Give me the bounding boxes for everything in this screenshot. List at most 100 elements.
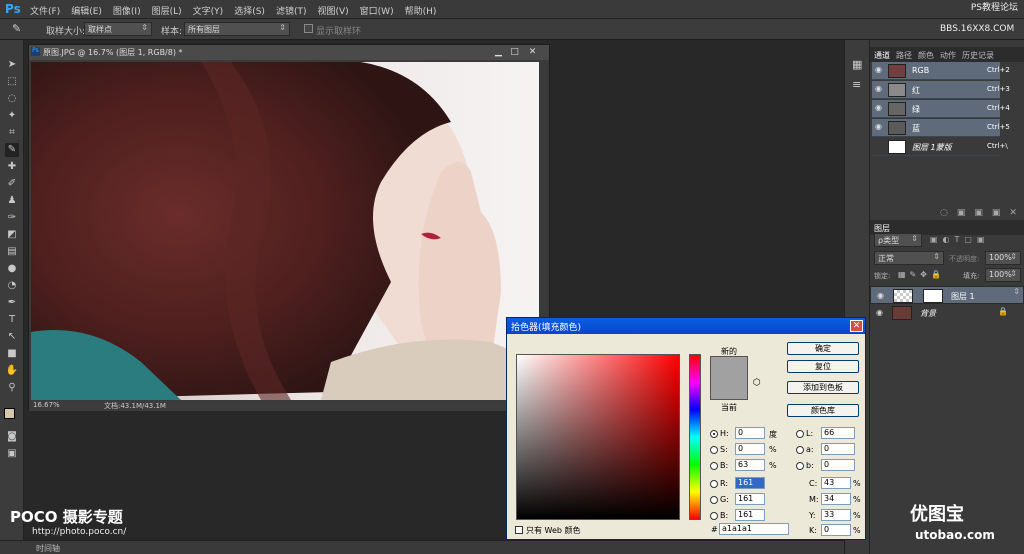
hex-field[interactable]: a1a1a1: [719, 523, 789, 535]
channel-row-rgb[interactable]: ◉ RGB Ctrl+2: [872, 62, 1010, 80]
zoom-level[interactable]: 16.67%: [33, 401, 60, 409]
foreground-color-swatch[interactable]: [4, 408, 15, 419]
quick-mask-icon[interactable]: ◙: [5, 430, 19, 444]
h-field[interactable]: 0: [735, 427, 765, 439]
menu-type[interactable]: 文字(Y): [193, 4, 224, 17]
layer-kind-filter[interactable]: ρ类型: [874, 233, 922, 247]
menu-view[interactable]: 视图(V): [317, 4, 348, 17]
properties-panel-icon[interactable]: ≡: [852, 78, 861, 91]
c-field[interactable]: 43: [821, 477, 851, 489]
tab-actions[interactable]: 动作: [940, 50, 956, 62]
gamut-warning-icon[interactable]: ⬡: [753, 378, 761, 388]
eye-icon[interactable]: ◉: [875, 65, 882, 74]
menu-layer[interactable]: 图层(L): [152, 4, 182, 17]
close-icon[interactable]: ✕: [527, 47, 538, 57]
blue-field[interactable]: 161: [735, 509, 765, 521]
quick-select-tool-icon[interactable]: ✦: [5, 109, 19, 123]
ok-button[interactable]: 确定: [787, 342, 859, 355]
eye-icon[interactable]: ◉: [877, 291, 884, 300]
screen-mode-icon[interactable]: ▣: [5, 447, 19, 461]
close-icon[interactable]: ✕: [850, 320, 863, 332]
a-radio[interactable]: [796, 446, 804, 454]
brush-tool-icon[interactable]: ✐: [5, 177, 19, 191]
tab-channels[interactable]: 通道: [874, 50, 890, 62]
hand-tool-icon[interactable]: ✋: [5, 364, 19, 378]
menu-file[interactable]: 文件(F): [30, 4, 60, 17]
maximize-icon[interactable]: □: [509, 47, 520, 57]
reset-button[interactable]: 复位: [787, 360, 859, 373]
document-tab[interactable]: Ps 原图.JPG @ 16.7% (图层 1, RGB/8) * ▁ □ ✕: [29, 45, 549, 60]
eye-icon[interactable]: ◉: [875, 122, 882, 131]
healing-tool-icon[interactable]: ✚: [5, 160, 19, 174]
opacity-field[interactable]: 100%: [985, 251, 1021, 265]
blue-radio[interactable]: [710, 512, 718, 520]
marquee-tool-icon[interactable]: ⬚: [5, 75, 19, 89]
g-field[interactable]: 161: [735, 493, 765, 505]
eyedropper-tool-icon[interactable]: ✎: [5, 143, 19, 157]
menu-help[interactable]: 帮助(H): [405, 4, 437, 17]
eyedropper-icon[interactable]: ✎: [12, 22, 21, 35]
green-radio[interactable]: [710, 496, 718, 504]
tab-history[interactable]: 历史记录: [962, 50, 994, 62]
k-field[interactable]: 0: [821, 524, 851, 536]
type-tool-icon[interactable]: T: [5, 313, 19, 327]
menu-edit[interactable]: 编辑(E): [71, 4, 102, 17]
move-tool-icon[interactable]: ➤: [5, 58, 19, 72]
y-field[interactable]: 33: [821, 509, 851, 521]
eye-icon[interactable]: ◉: [876, 308, 883, 317]
lasso-tool-icon[interactable]: ◌: [5, 92, 19, 106]
saturation-radio[interactable]: [710, 446, 718, 454]
blur-tool-icon[interactable]: ●: [5, 262, 19, 276]
b-field[interactable]: 63: [735, 459, 765, 471]
info-panel-icon[interactable]: ▦: [852, 58, 862, 71]
add-to-swatches-button[interactable]: 添加到色板: [787, 381, 859, 394]
hue-slider[interactable]: [689, 354, 701, 520]
l-radio[interactable]: [796, 430, 804, 438]
menu-window[interactable]: 窗口(W): [360, 4, 394, 17]
blend-mode-select[interactable]: 正常: [874, 251, 944, 265]
sample-size-select[interactable]: 取样点: [84, 22, 152, 36]
color-field[interactable]: [516, 354, 680, 520]
path-select-icon[interactable]: ↖: [5, 330, 19, 344]
eraser-tool-icon[interactable]: ◩: [5, 228, 19, 242]
menu-select[interactable]: 选择(S): [234, 4, 265, 17]
minimize-icon[interactable]: ▁: [493, 47, 504, 57]
channel-row-red[interactable]: ◉ 红 Ctrl+3: [872, 81, 1010, 99]
lock-icons[interactable]: ▦✎✥🔒: [898, 270, 945, 279]
s-field[interactable]: 0: [735, 443, 765, 455]
fill-field[interactable]: 100%: [985, 268, 1021, 282]
dodge-tool-icon[interactable]: ◔: [5, 279, 19, 293]
shape-tool-icon[interactable]: ■: [5, 347, 19, 361]
tab-paths[interactable]: 路径: [896, 50, 912, 62]
channel-row-blue[interactable]: ◉ 蓝 Ctrl+5: [872, 119, 1010, 137]
show-ring-checkbox[interactable]: [304, 24, 313, 33]
stamp-tool-icon[interactable]: ♟: [5, 194, 19, 208]
zoom-tool-icon[interactable]: ⚲: [5, 381, 19, 395]
lab-b-field[interactable]: 0: [821, 459, 855, 471]
color-libraries-button[interactable]: 颜色库: [787, 404, 859, 417]
layer-row-1[interactable]: ◉ 图层 1: [870, 286, 1024, 304]
web-only-checkbox[interactable]: [515, 526, 523, 534]
menu-image[interactable]: 图像(I): [113, 4, 141, 17]
layer-row-background[interactable]: ◉ 背景 🔒: [870, 304, 1024, 322]
l-field[interactable]: 66: [821, 427, 855, 439]
channel-row-mask[interactable]: 图层 1蒙版 Ctrl+\: [872, 138, 1008, 156]
menu-filter[interactable]: 滤镜(T): [276, 4, 307, 17]
brightness-radio[interactable]: [710, 462, 718, 470]
sample-select[interactable]: 所有图层: [184, 22, 290, 36]
timeline-tab[interactable]: 时间轴: [36, 543, 60, 554]
lab-b-radio[interactable]: [796, 462, 804, 470]
eye-icon[interactable]: ◉: [875, 84, 882, 93]
hue-radio[interactable]: [710, 430, 718, 438]
red-radio[interactable]: [710, 480, 718, 488]
channel-row-green[interactable]: ◉ 绿 Ctrl+4: [872, 100, 1010, 118]
channel-footer-icons[interactable]: ◌▣▣▣✕: [940, 208, 1024, 218]
crop-tool-icon[interactable]: ⌗: [5, 126, 19, 140]
m-field[interactable]: 34: [821, 493, 851, 505]
tab-color[interactable]: 颜色: [918, 50, 934, 62]
a-field[interactable]: 0: [821, 443, 855, 455]
eye-icon[interactable]: ◉: [875, 103, 882, 112]
r-field[interactable]: 161: [735, 477, 765, 489]
gradient-tool-icon[interactable]: ▤: [5, 245, 19, 259]
canvas-photo[interactable]: [31, 62, 539, 400]
